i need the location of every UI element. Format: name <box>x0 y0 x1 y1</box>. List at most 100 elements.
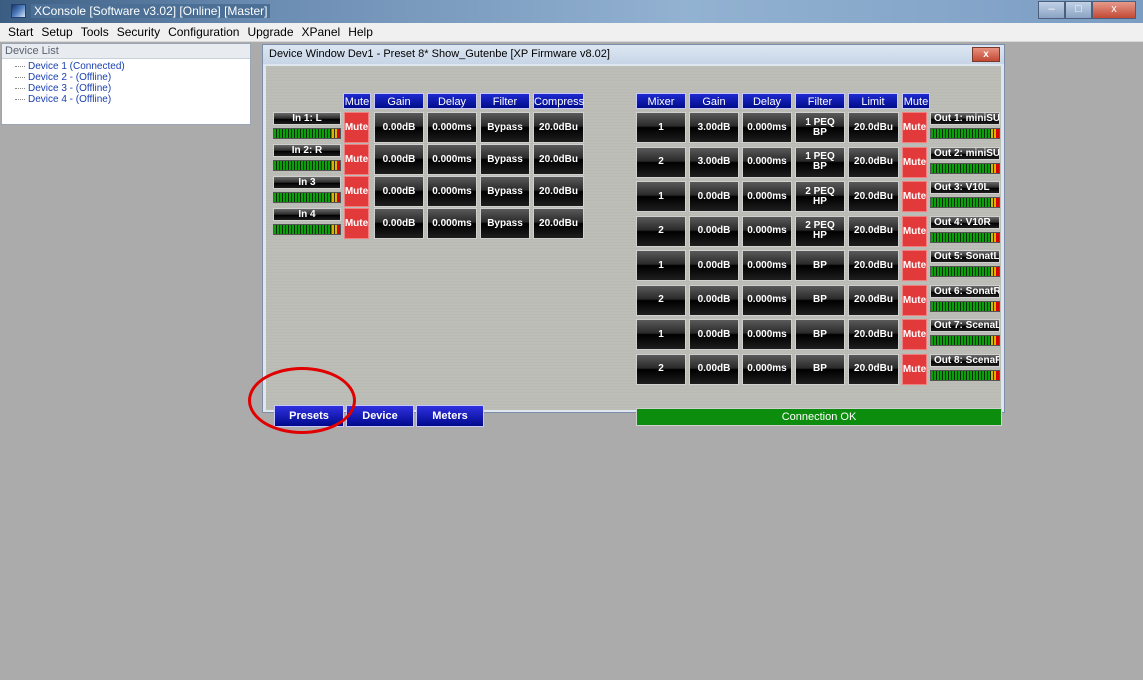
maximize-button[interactable]: □ <box>1065 1 1092 19</box>
output-delay-value[interactable]: 0.000ms <box>742 112 792 143</box>
output-channel-label[interactable]: Out 4: V10R <box>930 215 1000 229</box>
output-limit-value[interactable]: 20.0dBu <box>848 215 899 247</box>
input-delay-value[interactable]: 0.000ms <box>427 144 477 175</box>
output-channel-label[interactable]: Out 2: miniSU <box>930 146 1000 160</box>
output-limit-value[interactable]: 20.0dBu <box>848 146 899 178</box>
input-filter-value[interactable]: Bypass <box>480 112 530 143</box>
output-mixer-value[interactable]: 1 <box>636 319 686 350</box>
output-limit-value[interactable]: 20.0dBu <box>848 353 899 385</box>
input-filter-value[interactable]: Bypass <box>480 144 530 175</box>
input-channel-label[interactable]: In 2: R <box>273 144 341 157</box>
input-channel-label[interactable]: In 1: L <box>273 112 341 125</box>
input-mute-button[interactable]: Mute <box>344 208 369 239</box>
output-channel-label[interactable]: Out 5: SonatL <box>930 250 1000 263</box>
output-limit-value[interactable]: 20.0dBu <box>848 181 899 212</box>
device-window-body: Mute Gain Delay Filter Compress Mixer Ga… <box>266 66 1002 427</box>
menu-start[interactable]: Start <box>4 23 37 41</box>
menu-help[interactable]: Help <box>344 23 377 41</box>
output-delay-value[interactable]: 0.000ms <box>742 284 792 316</box>
output-mixer-value[interactable]: 2 <box>636 284 686 316</box>
output-mute-button[interactable]: Mute <box>902 250 927 281</box>
input-gain-value[interactable]: 0.00dB <box>374 176 424 207</box>
input-compress-value[interactable]: 20.0dBu <box>533 144 584 175</box>
output-channel-label[interactable]: Out 7: ScenaL <box>930 319 1000 332</box>
output-gain-value[interactable]: 0.00dB <box>689 215 739 247</box>
output-delay-value[interactable]: 0.000ms <box>742 353 792 385</box>
output-limit-value[interactable]: 20.0dBu <box>848 112 899 143</box>
input-mute-button[interactable]: Mute <box>344 112 369 143</box>
output-mixer-value[interactable]: 2 <box>636 146 686 178</box>
output-limit-value[interactable]: 20.0dBu <box>848 284 899 316</box>
output-gain-value[interactable]: 0.00dB <box>689 319 739 350</box>
output-filter-value[interactable]: 2 PEQ HP <box>795 181 845 212</box>
device-item-1[interactable]: Device 1 (Connected) <box>12 61 250 72</box>
output-filter-value[interactable]: 1 PEQ BP <box>795 112 845 143</box>
output-channel-label[interactable]: Out 3: V10L <box>930 181 1000 194</box>
minimize-button[interactable]: – <box>1038 1 1065 19</box>
output-delay-value[interactable]: 0.000ms <box>742 181 792 212</box>
input-compress-value[interactable]: 20.0dBu <box>533 208 584 239</box>
close-button[interactable]: x <box>1092 1 1136 19</box>
input-gain-value[interactable]: 0.00dB <box>374 112 424 143</box>
output-limit-value[interactable]: 20.0dBu <box>848 250 899 281</box>
output-mixer-value[interactable]: 2 <box>636 215 686 247</box>
output-mute-button[interactable]: Mute <box>902 112 927 143</box>
input-compress-value[interactable]: 20.0dBu <box>533 176 584 207</box>
output-mute-button[interactable]: Mute <box>902 181 927 212</box>
input-delay-value[interactable]: 0.000ms <box>427 208 477 239</box>
output-gain-value[interactable]: 0.00dB <box>689 181 739 212</box>
menu-tools[interactable]: Tools <box>77 23 113 41</box>
output-gain-value[interactable]: 3.00dB <box>689 112 739 143</box>
device-item-4[interactable]: Device 4 - (Offline) <box>12 94 250 105</box>
input-gain-value[interactable]: 0.00dB <box>374 144 424 175</box>
input-delay-value[interactable]: 0.000ms <box>427 112 477 143</box>
meters-button[interactable]: Meters <box>416 405 484 427</box>
output-gain-value[interactable]: 0.00dB <box>689 353 739 385</box>
input-channel-label[interactable]: In 3 <box>273 176 341 189</box>
menu-configuration[interactable]: Configuration <box>164 23 243 41</box>
output-gain-value[interactable]: 0.00dB <box>689 284 739 316</box>
output-mute-button[interactable]: Mute <box>902 146 927 178</box>
output-gain-value[interactable]: 3.00dB <box>689 146 739 178</box>
output-delay-value[interactable]: 0.000ms <box>742 215 792 247</box>
output-mute-button[interactable]: Mute <box>902 284 927 316</box>
input-channel-label[interactable]: In 4 <box>273 208 341 221</box>
input-delay-value[interactable]: 0.000ms <box>427 176 477 207</box>
output-filter-value[interactable]: 2 PEQ HP <box>795 215 845 247</box>
device-item-2[interactable]: Device 2 - (Offline) <box>12 72 250 83</box>
menu-xpanel[interactable]: XPanel <box>298 23 345 41</box>
output-mute-button[interactable]: Mute <box>902 353 927 385</box>
output-mute-button[interactable]: Mute <box>902 319 927 350</box>
input-gain-value[interactable]: 0.00dB <box>374 208 424 239</box>
device-item-3[interactable]: Device 3 - (Offline) <box>12 83 250 94</box>
output-filter-value[interactable]: BP <box>795 284 845 316</box>
output-delay-value[interactable]: 0.000ms <box>742 250 792 281</box>
output-channel-label[interactable]: Out 1: miniSU <box>930 112 1000 125</box>
output-header-delay: Delay <box>742 93 792 109</box>
output-channel-label[interactable]: Out 8: ScenaR <box>930 353 1000 367</box>
input-mute-button[interactable]: Mute <box>344 176 369 207</box>
menu-security[interactable]: Security <box>113 23 164 41</box>
menu-setup[interactable]: Setup <box>37 23 76 41</box>
output-gain-value[interactable]: 0.00dB <box>689 250 739 281</box>
device-button[interactable]: Device <box>346 405 414 427</box>
output-channel-label[interactable]: Out 6: SonatR <box>930 284 1000 298</box>
output-delay-value[interactable]: 0.000ms <box>742 319 792 350</box>
menu-upgrade[interactable]: Upgrade <box>243 23 297 41</box>
output-mute-button[interactable]: Mute <box>902 215 927 247</box>
input-compress-value[interactable]: 20.0dBu <box>533 112 584 143</box>
device-window-close-button[interactable]: x <box>972 47 1000 62</box>
output-limit-value[interactable]: 20.0dBu <box>848 319 899 350</box>
output-mixer-value[interactable]: 1 <box>636 181 686 212</box>
input-filter-value[interactable]: Bypass <box>480 208 530 239</box>
output-mixer-value[interactable]: 2 <box>636 353 686 385</box>
output-delay-value[interactable]: 0.000ms <box>742 146 792 178</box>
input-filter-value[interactable]: Bypass <box>480 176 530 207</box>
output-filter-value[interactable]: BP <box>795 250 845 281</box>
input-mute-button[interactable]: Mute <box>344 144 369 175</box>
output-filter-value[interactable]: BP <box>795 319 845 350</box>
output-mixer-value[interactable]: 1 <box>636 112 686 143</box>
output-mixer-value[interactable]: 1 <box>636 250 686 281</box>
output-filter-value[interactable]: 1 PEQ BP <box>795 146 845 178</box>
output-filter-value[interactable]: BP <box>795 353 845 385</box>
